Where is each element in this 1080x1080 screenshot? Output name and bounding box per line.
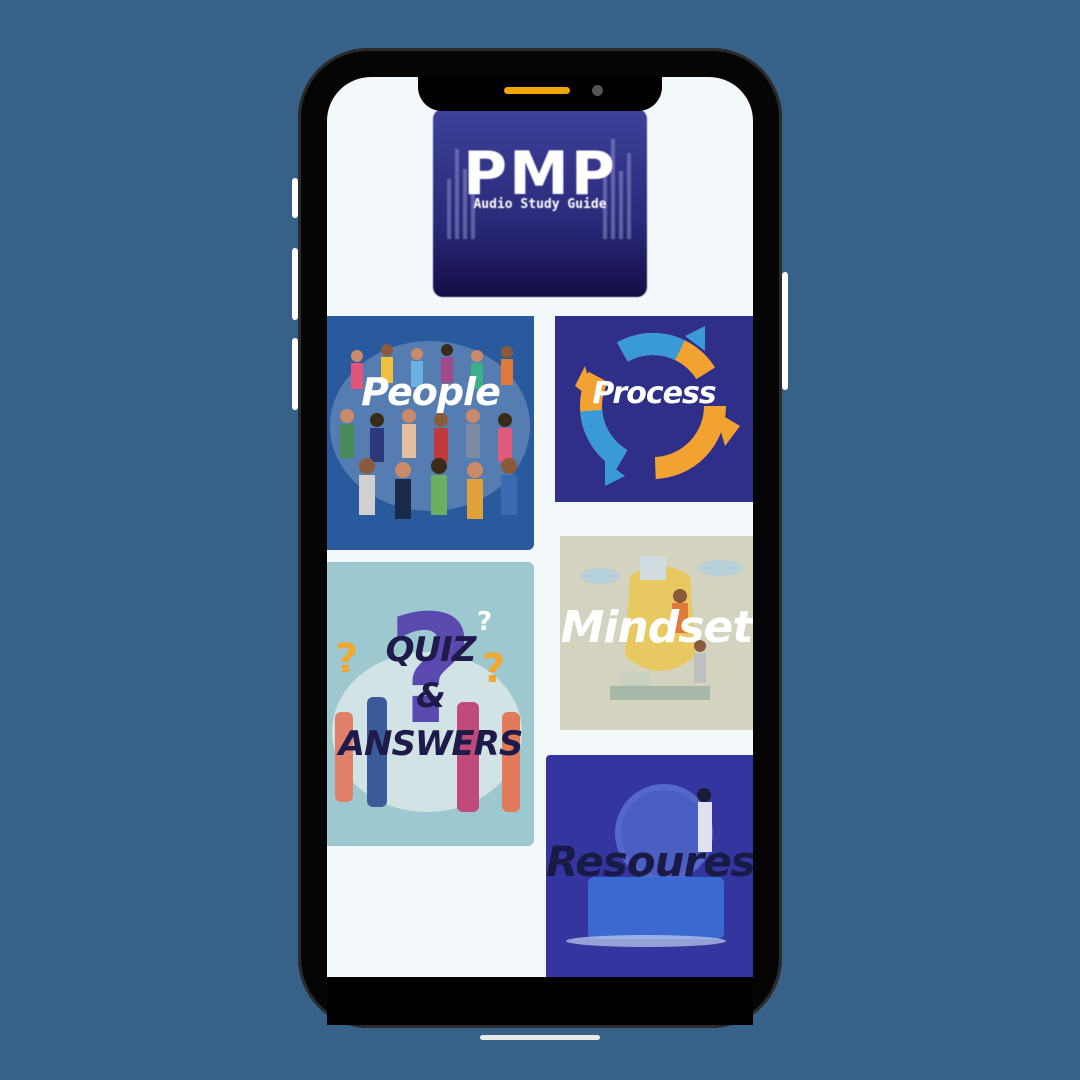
tile-mindset-label: Mindset (560, 602, 753, 653)
tile-quiz-label-line-1: QUIZ (385, 630, 477, 670)
logo-subtitle: Audio Study Guide (473, 197, 607, 212)
tile-quiz-label-line-2: & (416, 676, 446, 716)
app-screen: PMP Audio Study Guide People Process ? ?… (327, 77, 753, 1025)
people-crowd-icon (330, 341, 530, 519)
tile-resources[interactable]: Resoures (546, 755, 753, 977)
phone-notch (418, 77, 662, 111)
tile-quiz-label-line-3: ANSWERS (338, 724, 524, 764)
tile-resources-label: Resoures (546, 837, 753, 886)
camera-icon (592, 85, 603, 96)
phone-frame: PMP Audio Study Guide People Process ? ?… (298, 48, 782, 1040)
tile-people[interactable]: People (327, 316, 534, 550)
bottom-bar (327, 977, 753, 1025)
speaker-icon (504, 87, 570, 94)
tile-people-label: People (361, 370, 501, 414)
tile-quiz[interactable]: ? ? ? ? QUIZ & ANSWERS (327, 562, 534, 846)
app-logo: PMP Audio Study Guide (433, 109, 647, 297)
power-button[interactable] (782, 272, 788, 390)
tile-mindset[interactable]: Mindset (560, 536, 753, 730)
tile-process[interactable]: Process (555, 316, 753, 502)
tile-process-label: Process (592, 376, 716, 411)
home-indicator[interactable] (480, 1035, 600, 1040)
